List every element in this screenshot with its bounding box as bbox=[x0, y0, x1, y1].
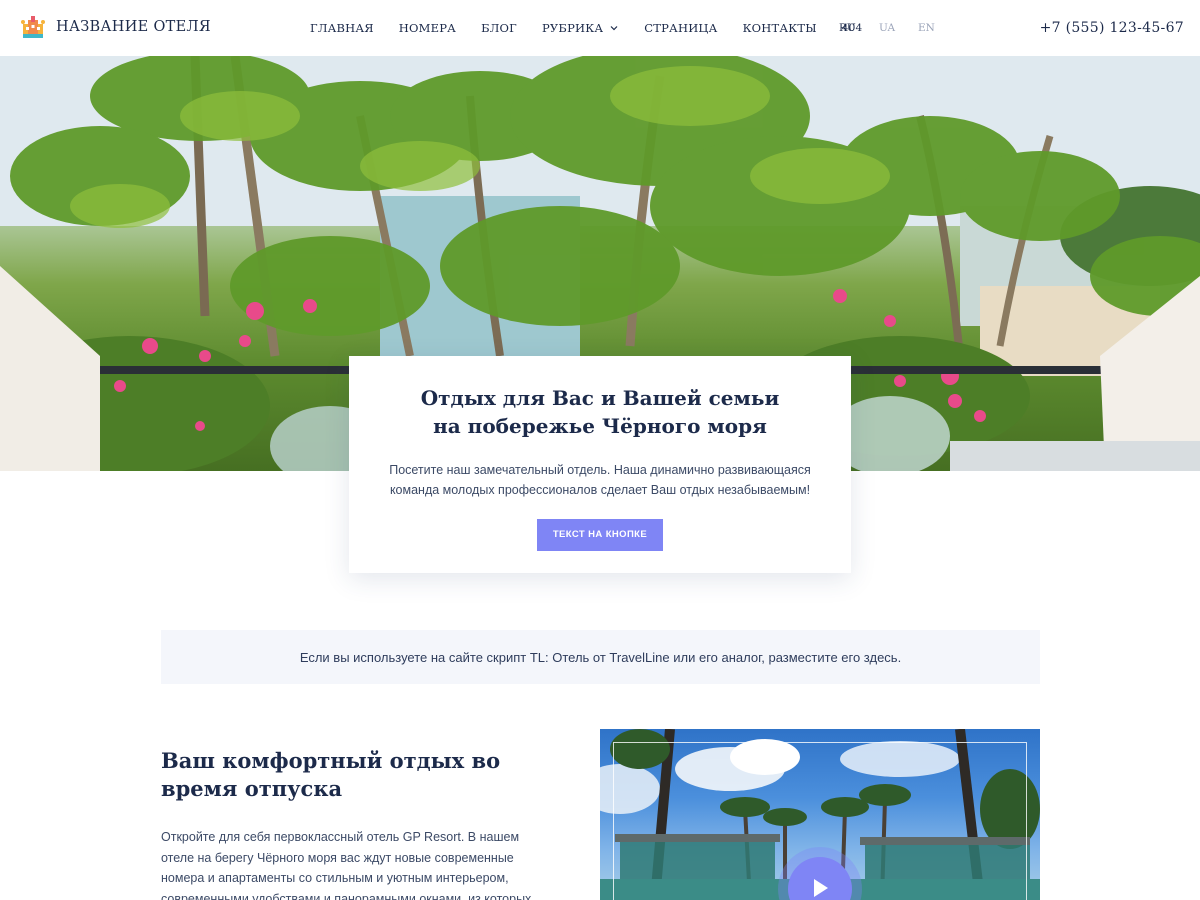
hero-card: Отдых для Вас и Вашей семьи на побережье… bbox=[349, 356, 851, 573]
comfort-title: Ваш комфортный отдых во время отпуска bbox=[161, 748, 501, 801]
hero-title: Отдых для Вас и Вашей семьи на побережье… bbox=[420, 386, 780, 438]
hero-description: Посетите наш замечательный отдель. Наша … bbox=[389, 463, 811, 497]
main-nav: ГЛАВНАЯ НОМЕРА БЛОГ РУБРИКА СТРАНИЦА КОН… bbox=[310, 0, 887, 56]
lang-ru[interactable]: RU bbox=[839, 0, 856, 56]
logo[interactable]: НАЗВАНИЕ ОТЕЛЯ bbox=[20, 14, 211, 40]
lang-en[interactable]: EN bbox=[918, 0, 935, 56]
lang-ua[interactable]: UA bbox=[879, 0, 895, 56]
booking-script-placeholder: Если вы используете на сайте скрипт TL: … bbox=[161, 630, 1040, 684]
hotel-logo-icon bbox=[20, 14, 46, 40]
play-icon bbox=[814, 879, 828, 897]
nav-item-rooms[interactable]: НОМЕРА bbox=[399, 21, 456, 35]
hero-cta-button[interactable]: ТЕКСТ НА КНОПКЕ bbox=[537, 519, 663, 551]
site-header: НАЗВАНИЕ ОТЕЛЯ ГЛАВНАЯ НОМЕРА БЛОГ РУБРИ… bbox=[0, 0, 1200, 56]
chevron-down-icon bbox=[610, 26, 618, 31]
nav-item-home[interactable]: ГЛАВНАЯ bbox=[310, 21, 374, 35]
nav-item-blog[interactable]: БЛОГ bbox=[481, 21, 517, 35]
booking-script-text: Если вы используете на сайте скрипт TL: … bbox=[299, 649, 902, 665]
phone-number[interactable]: +7 (555) 123-45-67 bbox=[1040, 0, 1184, 56]
logo-text: НАЗВАНИЕ ОТЕЛЯ bbox=[56, 19, 211, 35]
nav-item-rubric-label: РУБРИКА bbox=[541, 21, 604, 35]
video-preview[interactable] bbox=[600, 729, 1040, 900]
nav-item-rubric[interactable]: РУБРИКА bbox=[542, 21, 619, 35]
nav-item-page[interactable]: СТРАНИЦА bbox=[644, 21, 717, 35]
nav-item-contacts[interactable]: КОНТАКТЫ bbox=[743, 21, 817, 35]
comfort-text: Откройте для себя первоклассный отель GP… bbox=[161, 830, 532, 900]
